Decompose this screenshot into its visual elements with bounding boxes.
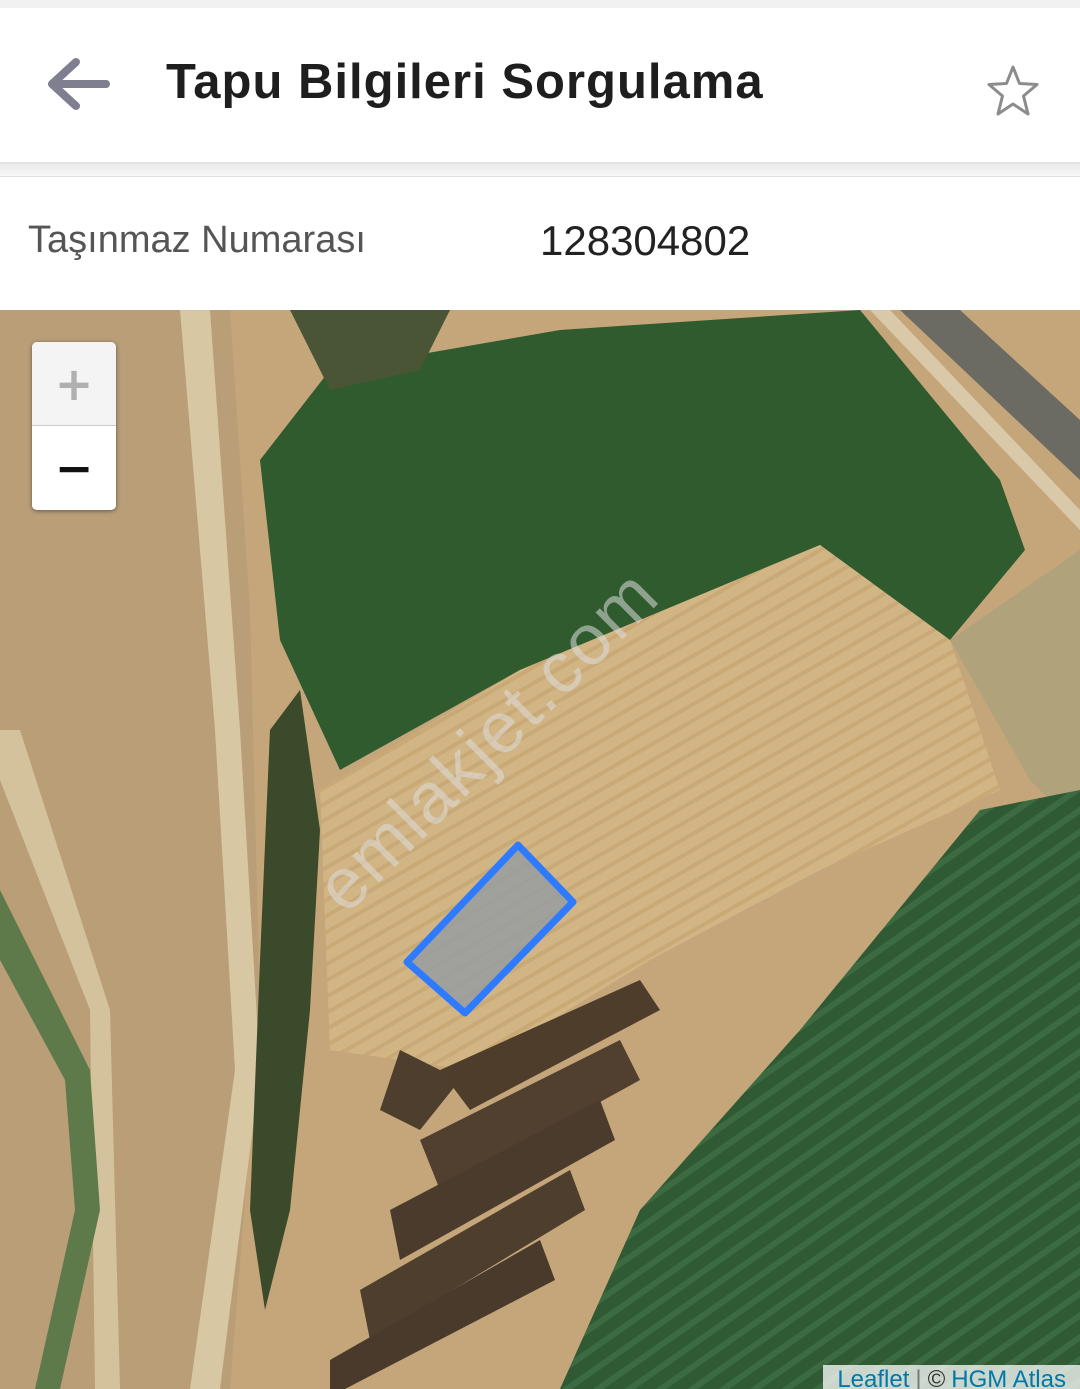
status-strip xyxy=(0,0,1080,8)
star-outline-icon xyxy=(985,64,1041,123)
back-button[interactable] xyxy=(40,48,116,124)
favorite-button[interactable] xyxy=(980,60,1046,126)
header-divider xyxy=(0,164,1080,177)
zoom-control: + − xyxy=(32,342,116,510)
parcel-number-value: 128304802 xyxy=(540,217,751,264)
parcel-number-label: Taşınmaz Numarası xyxy=(28,219,366,261)
provider-link[interactable]: HGM Atlas xyxy=(951,1365,1066,1389)
app-header: Tapu Bilgileri Sorgulama xyxy=(0,8,1080,164)
page-title: Tapu Bilgileri Sorgulama xyxy=(166,55,764,109)
satellite-imagery xyxy=(0,310,1080,1389)
map-view[interactable]: emlakjet.com + − Leaflet | © HGM Atlas xyxy=(0,310,1080,1389)
arrow-left-icon xyxy=(46,57,110,115)
copyright-symbol: © xyxy=(927,1366,946,1389)
zoom-out-button[interactable]: − xyxy=(32,426,116,509)
leaflet-link[interactable]: Leaflet xyxy=(837,1365,909,1389)
zoom-in-button[interactable]: + xyxy=(32,342,116,426)
attribution-separator: | xyxy=(915,1366,922,1389)
parcel-info-row: Taşınmaz Numarası 128304802 xyxy=(0,177,1080,310)
map-attribution: Leaflet | © HGM Atlas xyxy=(823,1365,1080,1389)
